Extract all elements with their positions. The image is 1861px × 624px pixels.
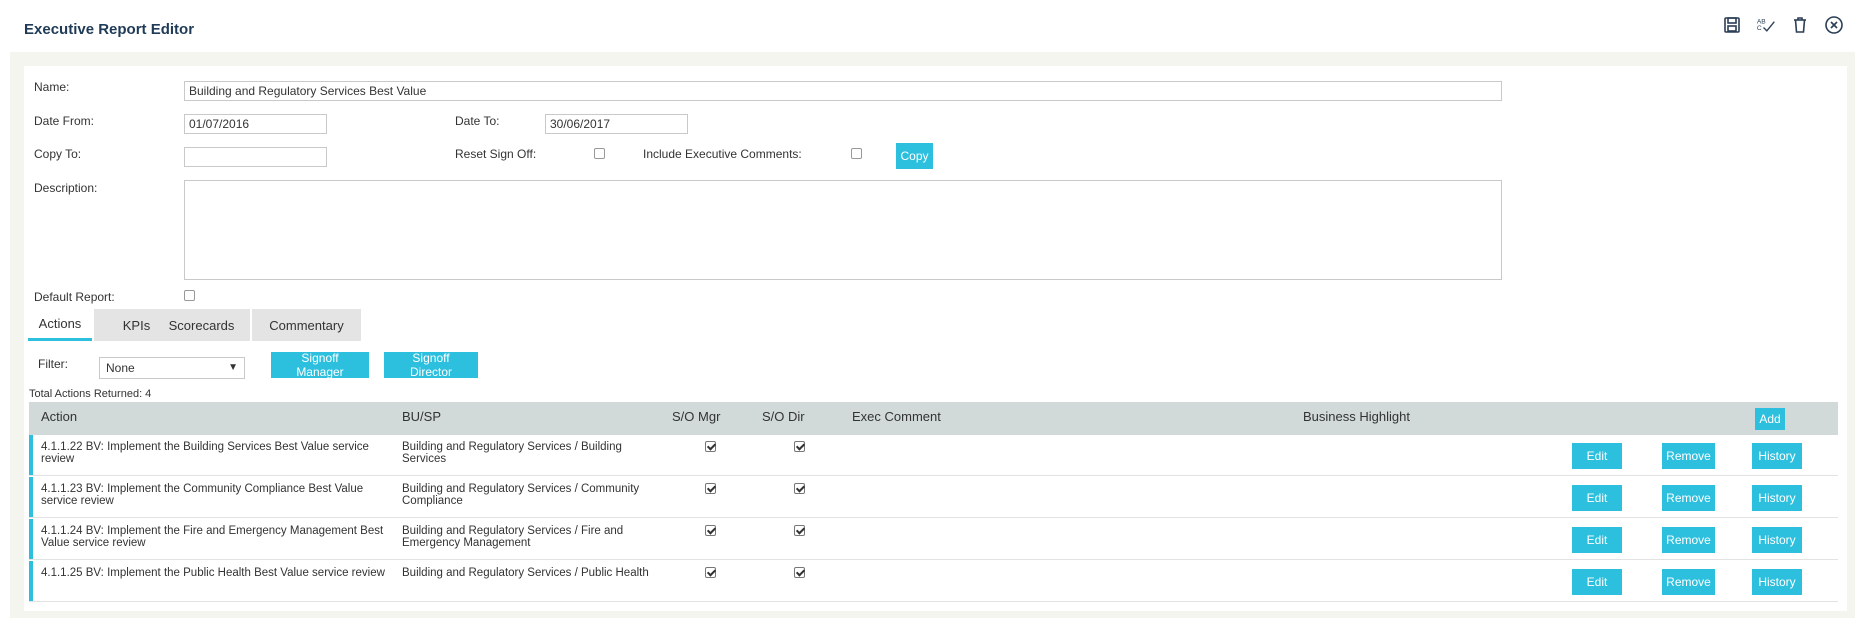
copy-button[interactable]: Copy [896,143,933,169]
signoff-director-button[interactable]: Signoff Director [384,351,478,379]
row-action: 4.1.1.24 BV: Implement the Fire and Emer… [41,525,384,549]
row-so-dir-checkbox[interactable] [794,525,805,536]
close-circle-icon[interactable] [1823,14,1845,36]
row-bu-sp: Building and Regulatory Services / Commu… [402,483,640,507]
remove-button[interactable]: Remove [1662,527,1715,553]
row-accent-bar [29,561,33,601]
row-action: 4.1.1.25 BV: Implement the Public Health… [41,567,385,579]
remove-button[interactable]: Remove [1662,443,1715,469]
row-action: 4.1.1.23 BV: Implement the Community Com… [41,483,364,507]
copy-to-label: Copy To: [34,147,82,161]
table-row: 4.1.1.24 BV: Implement the Fire and Emer… [29,519,1838,560]
filter-select[interactable]: None ▼ [99,357,245,379]
filter-label: Filter: [38,357,68,371]
row-so-mgr-checkbox[interactable] [705,483,716,494]
header-toolbar: AB C [1721,14,1845,36]
row-bu-sp: Building and Regulatory Services / Publi… [402,567,649,579]
history-button[interactable]: History [1752,485,1802,511]
row-so-mgr-checkbox[interactable] [705,567,716,578]
header-bar: Executive Report Editor AB C [0,0,1861,52]
description-label: Description: [34,181,98,195]
row-bu-sp: Building and Regulatory Services / Build… [402,441,622,465]
edit-button[interactable]: Edit [1572,485,1622,511]
row-action: 4.1.1.22 BV: Implement the Building Serv… [41,441,369,465]
column-header-exec-comment: Exec Comment [852,409,941,424]
default-report-checkbox[interactable] [184,290,195,301]
remove-button[interactable]: Remove [1662,485,1715,511]
edit-button[interactable]: Edit [1572,527,1622,553]
filter-selected-value: None [106,361,135,375]
reset-signoff-label: Reset Sign Off: [455,147,537,161]
row-accent-bar [29,519,33,559]
remove-button[interactable]: Remove [1662,569,1715,595]
page-title: Executive Report Editor [24,21,195,38]
edit-button[interactable]: Edit [1572,443,1622,469]
signoff-manager-button[interactable]: Signoff Manager [271,351,369,379]
include-exec-comments-checkbox[interactable] [851,148,862,159]
description-textarea[interactable] [184,180,1502,280]
row-accent-bar [29,477,33,517]
table-row: 4.1.1.23 BV: Implement the Community Com… [29,477,1838,518]
dropdown-arrow-icon: ▼ [228,362,238,373]
row-so-dir-checkbox[interactable] [794,441,805,452]
row-bu-sp: Building and Regulatory Services / Fire … [402,525,624,549]
total-actions-count: Total Actions Returned: 4 [29,388,152,400]
save-icon[interactable] [1721,14,1743,36]
tab-scorecards[interactable]: Scorecards [153,309,250,341]
table-row: 4.1.1.25 BV: Implement the Public Health… [29,561,1838,602]
add-button[interactable]: Add [1755,408,1785,430]
name-label: Name: [34,80,70,94]
history-button[interactable]: History [1752,569,1802,595]
default-report-label: Default Report: [34,290,115,304]
reset-signoff-checkbox[interactable] [594,148,605,159]
copy-to-input[interactable] [184,147,327,167]
row-so-dir-checkbox[interactable] [794,567,805,578]
trash-icon[interactable] [1789,14,1811,36]
column-header-action: Action [41,409,78,424]
history-button[interactable]: History [1752,527,1802,553]
tab-commentary[interactable]: Commentary [252,309,361,341]
date-to-input[interactable] [545,114,688,134]
row-accent-bar [29,435,33,475]
edit-button[interactable]: Edit [1572,569,1622,595]
column-header-business-highlight: Business Highlight [1303,409,1410,424]
spellcheck-icon[interactable]: AB C [1755,14,1777,36]
name-input[interactable] [184,81,1502,101]
row-so-mgr-checkbox[interactable] [705,441,716,452]
date-to-label: Date To: [455,114,500,128]
history-button[interactable]: History [1752,443,1802,469]
table-header: Action BU/SP S/O Mgr S/O Dir Exec Commen… [29,402,1838,435]
date-from-input[interactable] [184,114,327,134]
column-header-so-dir: S/O Dir [762,409,805,424]
column-header-bu-sp: BU/SP [402,409,442,424]
svg-text:C: C [1757,25,1762,32]
include-exec-comments-label: Include Executive Comments: [643,147,802,161]
tab-actions[interactable]: Actions [28,309,92,341]
date-from-label: Date From: [34,114,95,128]
row-so-dir-checkbox[interactable] [794,483,805,494]
table-row: 4.1.1.22 BV: Implement the Building Serv… [29,435,1838,476]
column-header-so-mgr: S/O Mgr [672,409,721,424]
row-so-mgr-checkbox[interactable] [705,525,716,536]
